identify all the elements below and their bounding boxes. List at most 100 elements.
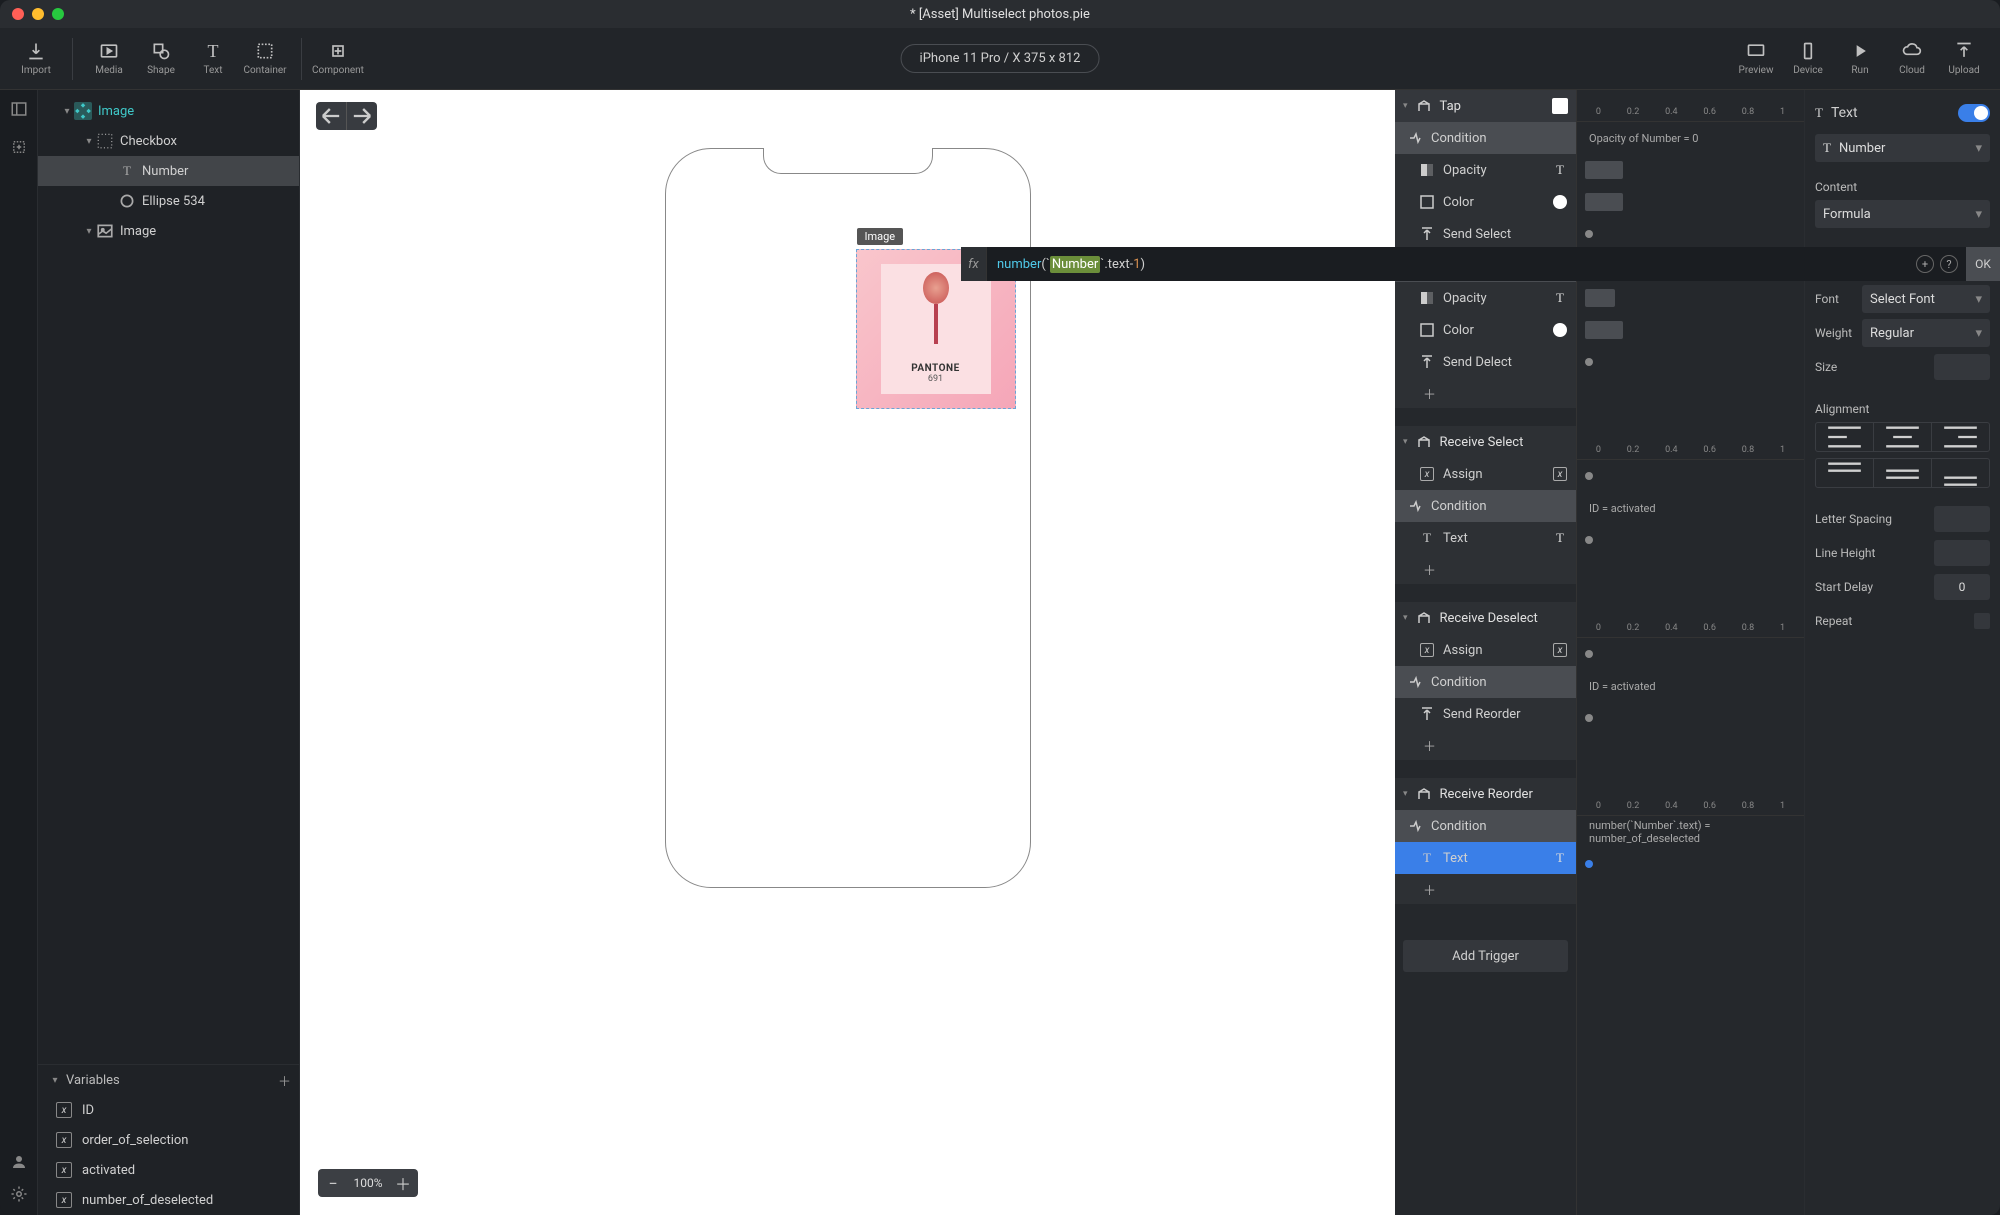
formula-input[interactable]: number(`Number`.text-1) bbox=[987, 247, 1908, 281]
formula-add-button[interactable]: + bbox=[1916, 255, 1934, 273]
timeline-keyframe[interactable] bbox=[1585, 536, 1593, 544]
layer-row[interactable]: Ellipse 534 bbox=[38, 186, 299, 216]
zoom-in-button[interactable]: ＋ bbox=[388, 1169, 418, 1197]
timeline-row[interactable] bbox=[1577, 638, 1804, 670]
variable-row[interactable]: xID bbox=[38, 1095, 299, 1125]
timeline-row[interactable] bbox=[1577, 524, 1804, 556]
maximize-window[interactable] bbox=[52, 8, 64, 20]
timeline-row[interactable]: Opacity of Number = 0 bbox=[1577, 122, 1804, 154]
upload-button[interactable]: Upload bbox=[1938, 34, 1990, 84]
repeat-checkbox[interactable] bbox=[1974, 613, 1990, 629]
device-button[interactable]: Device bbox=[1782, 34, 1834, 84]
content-type-select[interactable]: Formula bbox=[1815, 200, 1990, 228]
variable-row[interactable]: xactivated bbox=[38, 1155, 299, 1185]
trigger-header[interactable]: ▾Receive Select bbox=[1395, 426, 1576, 458]
trigger-header[interactable]: ▾Tap bbox=[1395, 90, 1576, 122]
valign-middle[interactable] bbox=[1874, 459, 1932, 487]
timeline-bar[interactable] bbox=[1585, 289, 1615, 307]
panel-layout-icon[interactable] bbox=[10, 100, 28, 118]
zoom-out-button[interactable]: − bbox=[318, 1169, 348, 1197]
variable-row[interactable]: xnumber_of_deselected bbox=[38, 1185, 299, 1215]
weight-select[interactable]: Regular bbox=[1862, 319, 1990, 347]
action-row[interactable]: TTextT bbox=[1395, 522, 1576, 554]
timeline-row[interactable] bbox=[1577, 186, 1804, 218]
timeline-row[interactable] bbox=[1577, 848, 1804, 880]
size-input[interactable] bbox=[1934, 354, 1990, 380]
timeline-row[interactable] bbox=[1577, 702, 1804, 734]
condition-row[interactable]: Condition bbox=[1395, 810, 1576, 842]
action-row[interactable]: Send Select bbox=[1395, 218, 1576, 250]
timeline-row[interactable] bbox=[1577, 154, 1804, 186]
align-center[interactable] bbox=[1874, 423, 1932, 451]
valign-top[interactable] bbox=[1816, 459, 1874, 487]
condition-row[interactable]: Condition bbox=[1395, 490, 1576, 522]
add-action-button[interactable]: ＋ bbox=[1395, 730, 1576, 760]
trigger-header[interactable]: ▾Receive Deselect bbox=[1395, 602, 1576, 634]
font-select[interactable]: Select Font bbox=[1862, 285, 1990, 313]
media-button[interactable]: Media bbox=[83, 34, 135, 84]
action-row[interactable]: Color bbox=[1395, 186, 1576, 218]
timeline-keyframe[interactable] bbox=[1585, 860, 1593, 868]
condition-row[interactable]: Condition bbox=[1395, 122, 1576, 154]
action-row[interactable]: Color bbox=[1395, 314, 1576, 346]
cloud-button[interactable]: Cloud bbox=[1886, 34, 1938, 84]
action-row[interactable]: xAssignx bbox=[1395, 458, 1576, 490]
timeline-keyframe[interactable] bbox=[1585, 472, 1593, 480]
condition-row[interactable]: Condition bbox=[1395, 666, 1576, 698]
action-row[interactable]: Send Reorder bbox=[1395, 698, 1576, 730]
import-button[interactable]: Import bbox=[10, 34, 62, 84]
action-row[interactable]: Send Delect bbox=[1395, 346, 1576, 378]
align-left[interactable] bbox=[1816, 423, 1874, 451]
letter-spacing-input[interactable] bbox=[1934, 506, 1990, 532]
valign-bottom[interactable] bbox=[1932, 459, 1989, 487]
timeline-row[interactable] bbox=[1577, 218, 1804, 250]
action-row[interactable]: xAssignx bbox=[1395, 634, 1576, 666]
trigger-swatch[interactable] bbox=[1552, 98, 1568, 114]
timeline-bar[interactable] bbox=[1585, 193, 1623, 211]
add-action-button[interactable]: ＋ bbox=[1395, 554, 1576, 584]
add-action-button[interactable]: ＋ bbox=[1395, 378, 1576, 408]
add-action-button[interactable]: ＋ bbox=[1395, 874, 1576, 904]
layer-row[interactable]: ▾Checkbox bbox=[38, 126, 299, 156]
component-button[interactable]: Component bbox=[312, 34, 364, 84]
add-variable-button[interactable]: ＋ bbox=[278, 1071, 291, 1090]
layer-row[interactable]: ▾Image bbox=[38, 96, 299, 126]
shape-button[interactable]: Shape bbox=[135, 34, 187, 84]
minimize-window[interactable] bbox=[32, 8, 44, 20]
timeline-row[interactable] bbox=[1577, 346, 1804, 378]
close-window[interactable] bbox=[12, 8, 24, 20]
action-row[interactable]: OpacityT bbox=[1395, 154, 1576, 186]
add-trigger-button[interactable]: Add Trigger bbox=[1403, 940, 1568, 972]
user-icon[interactable] bbox=[10, 1153, 28, 1171]
timeline-keyframe[interactable] bbox=[1585, 650, 1593, 658]
formula-help-button[interactable]: ? bbox=[1940, 255, 1958, 273]
device-selector[interactable]: iPhone 11 Pro / X 375 x 812 bbox=[901, 44, 1100, 73]
timeline-keyframe[interactable] bbox=[1585, 230, 1593, 238]
timeline-row[interactable] bbox=[1577, 282, 1804, 314]
action-row[interactable]: TTextT bbox=[1395, 842, 1576, 874]
action-row[interactable]: OpacityT bbox=[1395, 282, 1576, 314]
timeline-bar[interactable] bbox=[1585, 321, 1623, 339]
add-icon[interactable] bbox=[10, 138, 28, 156]
line-height-input[interactable] bbox=[1934, 540, 1990, 566]
timeline-row[interactable]: ID = activated bbox=[1577, 670, 1804, 702]
forward-button[interactable] bbox=[347, 102, 377, 130]
timeline-keyframe[interactable] bbox=[1585, 714, 1593, 722]
timeline-row[interactable] bbox=[1577, 314, 1804, 346]
timeline-row[interactable]: ID = activated bbox=[1577, 492, 1804, 524]
container-button[interactable]: Container bbox=[239, 34, 291, 84]
variable-row[interactable]: xorder_of_selection bbox=[38, 1125, 299, 1155]
target-layer-select[interactable]: T Number bbox=[1815, 134, 1990, 162]
text-button[interactable]: T Text bbox=[187, 34, 239, 84]
layer-row[interactable]: TNumber bbox=[38, 156, 299, 186]
timeline-row[interactable]: number(`Number`.text) = number_of_desele… bbox=[1577, 816, 1804, 848]
back-button[interactable] bbox=[316, 102, 346, 130]
formula-ok-button[interactable]: OK bbox=[1966, 247, 2000, 281]
property-toggle[interactable] bbox=[1958, 104, 1990, 122]
start-delay-input[interactable] bbox=[1934, 574, 1990, 600]
trigger-header[interactable]: ▾Receive Reorder bbox=[1395, 778, 1576, 810]
timeline-row[interactable] bbox=[1577, 460, 1804, 492]
timeline-bar[interactable] bbox=[1585, 161, 1623, 179]
preview-button[interactable]: Preview bbox=[1730, 34, 1782, 84]
align-right[interactable] bbox=[1932, 423, 1989, 451]
